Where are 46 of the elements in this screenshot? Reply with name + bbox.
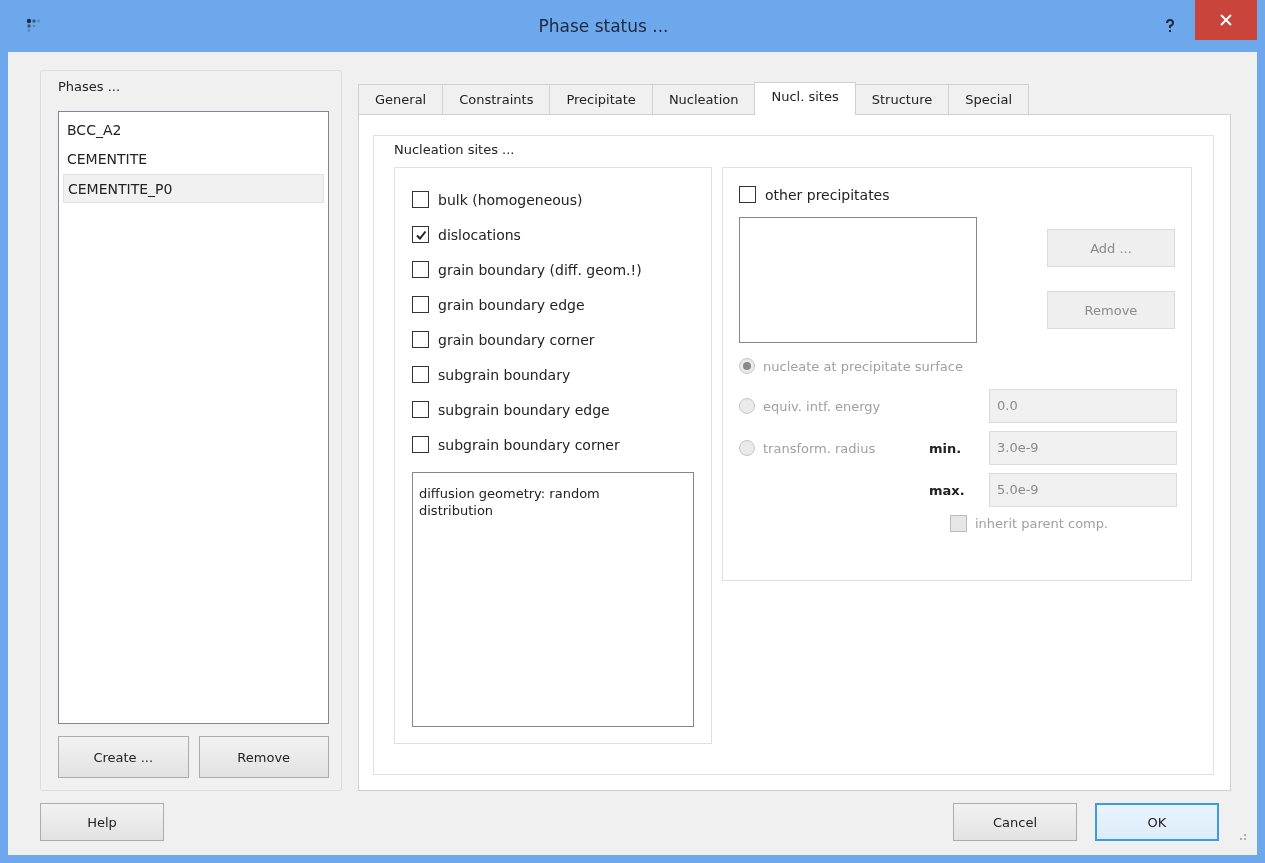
description-box: diffusion geometry: random distribution xyxy=(412,472,694,727)
checkbox-label: dislocations xyxy=(438,226,521,243)
tab[interactable]: General xyxy=(358,84,444,114)
close-button[interactable] xyxy=(1195,0,1257,40)
close-icon xyxy=(1220,14,1232,26)
check-icon xyxy=(414,228,427,241)
list-item[interactable]: CEMENTITE xyxy=(63,145,324,174)
checkbox-label: subgrain boundary corner xyxy=(438,436,620,453)
checkbox[interactable] xyxy=(412,261,429,278)
radio-label: nucleate at precipitate surface xyxy=(763,358,963,374)
radio-label: equiv. intf. energy xyxy=(763,398,881,414)
checkbox[interactable] xyxy=(412,366,429,383)
button[interactable]: Cancel xyxy=(953,803,1077,841)
checkbox[interactable] xyxy=(739,186,756,203)
button[interactable]: OK xyxy=(1095,803,1219,841)
checkbox-label: grain boundary (diff. geom.!) xyxy=(438,261,642,278)
checkbox[interactable] xyxy=(412,191,429,208)
checkbox[interactable] xyxy=(412,436,429,453)
radio-label: transform. radius xyxy=(763,440,876,456)
button[interactable]: Create ... xyxy=(58,736,189,778)
checkbox-label: grain boundary edge xyxy=(438,296,585,313)
resize-grip-icon[interactable] xyxy=(1237,831,1247,841)
group-label: Nucleation sites ... xyxy=(394,142,515,157)
checkbox[interactable] xyxy=(412,296,429,313)
checkbox-label: bulk (homogeneous) xyxy=(438,191,583,208)
tab[interactable]: Nucl. sites xyxy=(754,82,856,115)
checkbox[interactable] xyxy=(412,401,429,418)
field-label: min. xyxy=(929,440,962,456)
checkbox-label: grain boundary corner xyxy=(438,331,595,348)
list-item[interactable]: BCC_A2 xyxy=(63,116,324,145)
field-label: max. xyxy=(929,482,965,498)
checkbox-label: inherit parent comp. xyxy=(975,516,1109,531)
checkbox-label: subgrain boundary xyxy=(438,366,571,383)
button[interactable]: Help xyxy=(40,803,164,841)
window-title: Phase status ... xyxy=(537,16,670,36)
tab[interactable]: Special xyxy=(948,84,1030,114)
checkbox-label: subgrain boundary edge xyxy=(438,401,610,418)
button[interactable]: Remove xyxy=(198,736,329,778)
checkbox-label: other precipitates xyxy=(765,186,890,203)
app-icon xyxy=(26,18,42,34)
group-label: Phases ... xyxy=(58,79,122,94)
list-item[interactable]: CEMENTITE_P0 xyxy=(63,174,324,203)
help-icon[interactable] xyxy=(1165,19,1175,33)
precipitate-list[interactable] xyxy=(739,217,977,343)
checkbox[interactable] xyxy=(412,331,429,348)
checkbox[interactable] xyxy=(412,226,429,243)
